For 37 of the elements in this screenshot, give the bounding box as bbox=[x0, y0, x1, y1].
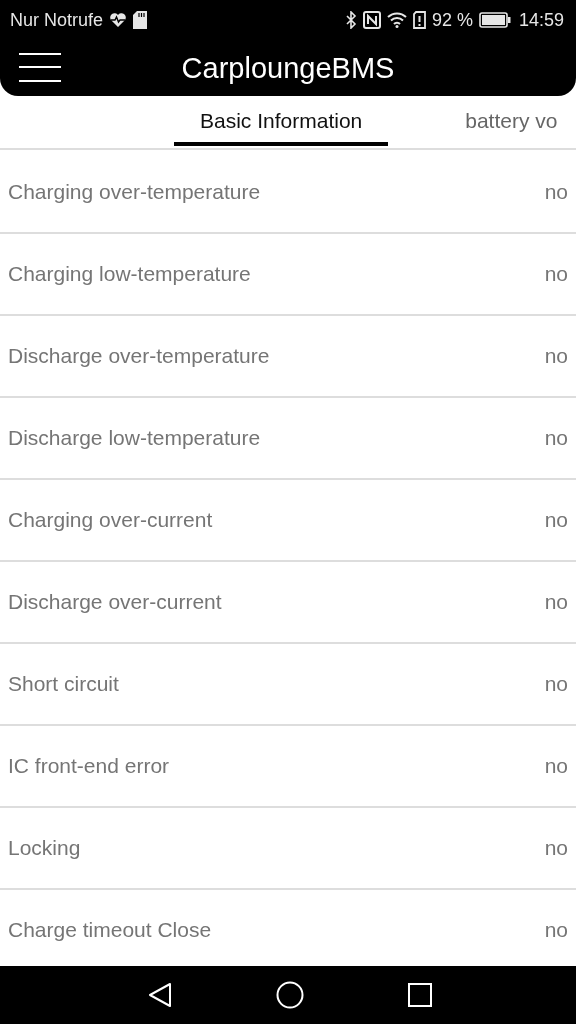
status-label: Short circuit bbox=[8, 672, 119, 696]
status-label: IC front-end error bbox=[8, 754, 170, 778]
status-value: no bbox=[544, 672, 568, 696]
tab[interactable]: Basic Information bbox=[174, 96, 389, 146]
menu-button[interactable] bbox=[18, 52, 62, 84]
status-value: no bbox=[544, 344, 568, 368]
back-button[interactable] bbox=[148, 982, 172, 1008]
heart-pulse-icon bbox=[109, 12, 128, 28]
status-label: Charging over-current bbox=[8, 508, 213, 532]
battery-percent: 92 % bbox=[431, 9, 473, 31]
status-text: Nur Notrufe bbox=[10, 9, 104, 31]
status-value: no bbox=[544, 836, 568, 860]
app-title: CarploungeBMS bbox=[181, 51, 395, 84]
status-label: Locking bbox=[8, 836, 81, 860]
status-value: no bbox=[544, 590, 568, 614]
sd-card-icon bbox=[133, 11, 148, 29]
status-label: Discharge over-current bbox=[8, 590, 222, 614]
status-value: no bbox=[544, 426, 568, 450]
status-value: no bbox=[544, 754, 568, 778]
status-label: Charge timeout Close bbox=[8, 918, 212, 942]
home-button[interactable] bbox=[276, 981, 304, 1009]
nfc-icon bbox=[362, 11, 381, 29]
tab[interactable]: battery vo bbox=[439, 96, 576, 146]
clock: 14:59 bbox=[518, 9, 564, 31]
bluetooth-icon bbox=[344, 11, 357, 29]
status-label: Charging low-temperature bbox=[8, 262, 251, 286]
battery-alert-icon bbox=[412, 11, 426, 29]
status-label: Charging over-temperature bbox=[8, 180, 261, 204]
status-value: no bbox=[544, 918, 568, 942]
wifi-icon bbox=[386, 12, 407, 28]
recents-button[interactable] bbox=[408, 983, 432, 1007]
status-value: no bbox=[544, 508, 568, 532]
status-value: no bbox=[544, 180, 568, 204]
status-value: no bbox=[544, 262, 568, 286]
battery-icon bbox=[478, 12, 511, 28]
status-label: Discharge over-temperature bbox=[8, 344, 270, 368]
status-label: Discharge low-temperature bbox=[8, 426, 261, 450]
